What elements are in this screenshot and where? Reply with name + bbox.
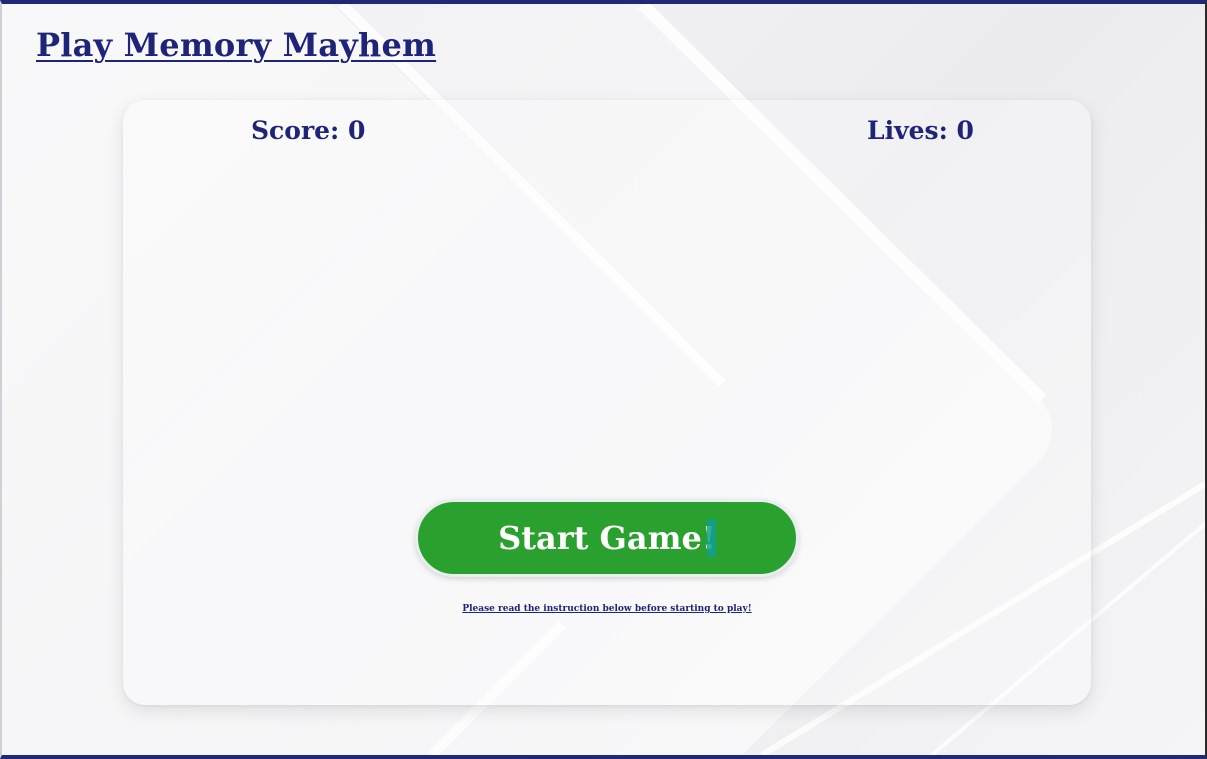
page-title-link[interactable]: Play Memory Mayhem	[36, 26, 436, 64]
game-panel: Score: 0 Lives: 0 Start Game! Please rea…	[123, 100, 1091, 705]
start-game-label: Start Game!	[498, 519, 716, 557]
instruction-link[interactable]: Please read the instruction below before…	[123, 604, 1091, 614]
lives-display: Lives: 0	[867, 116, 974, 145]
app-window: Play Memory Mayhem Score: 0 Lives: 0 Sta…	[0, 0, 1207, 759]
start-game-button[interactable]: Start Game!	[415, 499, 799, 577]
score-display: Score: 0	[251, 116, 366, 145]
text-cursor-highlight	[706, 519, 716, 557]
